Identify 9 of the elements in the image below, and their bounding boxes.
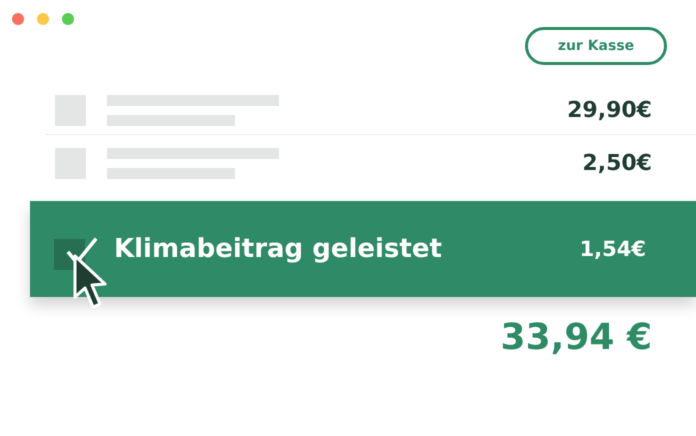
item-price: 2,50€ (582, 150, 652, 176)
product-thumbnail (55, 148, 86, 178)
item-price: 29,90€ (567, 98, 652, 122)
checkout-button[interactable]: zur Kasse (525, 27, 667, 65)
product-thumbnail (55, 94, 86, 126)
window-controls-icon (12, 12, 76, 26)
climate-contribution-price: 1,54€ (580, 237, 646, 261)
total-price: 33,94 € (500, 317, 652, 358)
climate-contribution-label: Klimabeitrag geleistet (114, 234, 443, 264)
